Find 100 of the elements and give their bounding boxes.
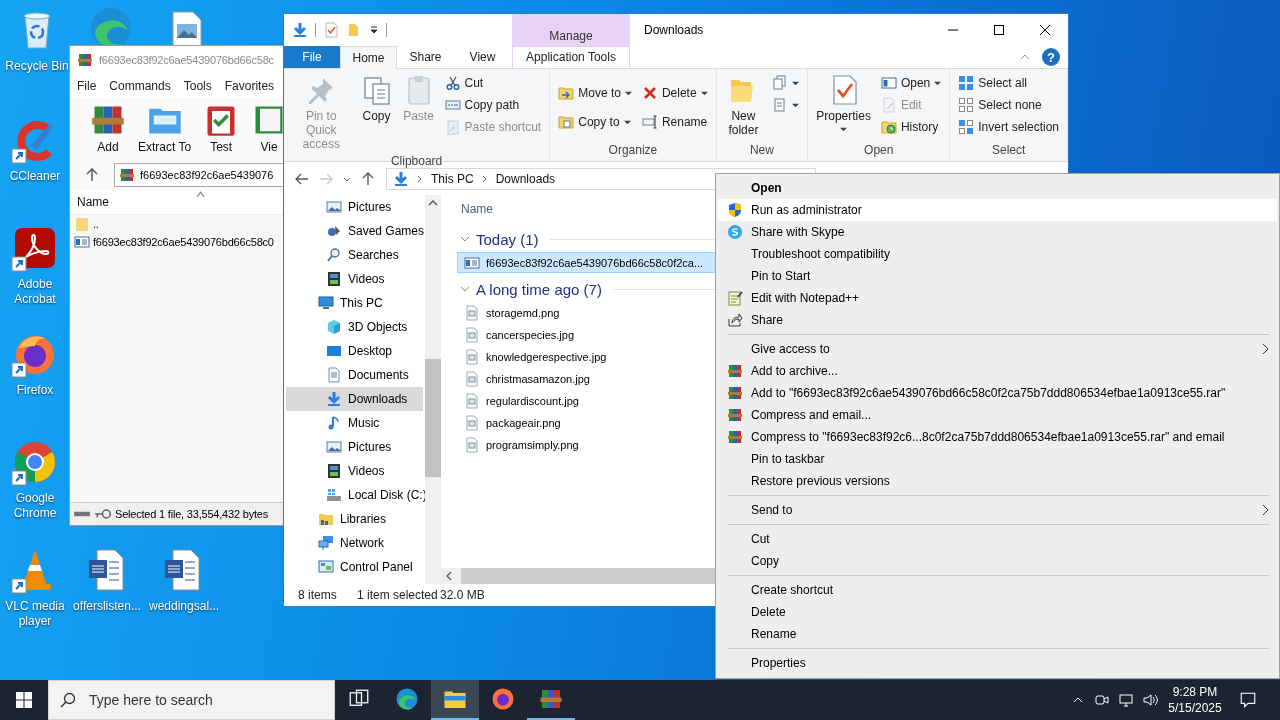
- window-title: f6693ec83f92c6ae5439076bd66c58c: [99, 54, 274, 66]
- nav-item[interactable]: Videos: [286, 267, 423, 291]
- nav-item[interactable]: Desktop: [286, 339, 423, 363]
- nav-item[interactable]: Pictures: [286, 435, 423, 459]
- menu-item[interactable]: Compress and email...: [718, 404, 1277, 426]
- ribbon-tab[interactable]: Home: [340, 46, 397, 69]
- up-button[interactable]: [360, 170, 376, 187]
- books-icon: [119, 167, 135, 183]
- selection-count: 1 item selected: [357, 588, 439, 602]
- breadcrumb[interactable]: Downloads: [495, 171, 556, 186]
- nav-item[interactable]: Videos: [286, 459, 423, 483]
- pictures-icon: [326, 199, 342, 215]
- toolbar-button[interactable]: Extract To: [132, 102, 198, 154]
- ribbon-button[interactable]: Copy: [357, 72, 396, 125]
- menu-item[interactable]: Send to: [718, 499, 1277, 521]
- menu-item[interactable]: Properties: [718, 652, 1277, 674]
- nav-item[interactable]: 3D Objects: [286, 315, 423, 339]
- menu-item[interactable]: Cut: [718, 528, 1277, 550]
- customize-button[interactable]: [369, 25, 379, 35]
- menu-item[interactable]: Share with Skype: [718, 221, 1277, 243]
- chat-icon: [726, 224, 743, 240]
- ribbon-button[interactable]: History: [877, 116, 945, 138]
- column-header[interactable]: Name: [77, 195, 109, 209]
- app-window-icon: [464, 254, 480, 271]
- menu-item[interactable]: Create shortcut: [718, 579, 1277, 601]
- nav-item[interactable]: Libraries: [286, 507, 423, 531]
- computer-icon: [318, 295, 334, 311]
- menu-item[interactable]: File: [77, 79, 97, 93]
- nav-item[interactable]: Saved Games: [286, 219, 423, 243]
- menu-item[interactable]: Favorites: [224, 79, 275, 93]
- nav-item[interactable]: Control Panel: [286, 555, 423, 579]
- contextual-tab-header: Manage: [512, 14, 630, 46]
- image-file-icon: [464, 392, 480, 409]
- menu-item[interactable]: Restore previous versions: [718, 470, 1277, 492]
- clock-folder-icon: [880, 119, 897, 135]
- menu-item[interactable]: Run as administrator: [718, 199, 1277, 221]
- breadcrumb[interactable]: This PC: [431, 171, 474, 186]
- folder-icon: [74, 216, 90, 232]
- pencil-page-icon: [880, 97, 897, 113]
- nav-item[interactable]: This PC: [286, 291, 423, 315]
- ribbon-button[interactable]: Copy path: [441, 94, 545, 116]
- menu-item[interactable]: Compress to "f6693ec83f92c6...8c0f2ca75b7ddd806534efbae1a0913ce55.rar" and email: [718, 426, 1277, 448]
- caret-icon: [369, 25, 379, 35]
- ribbon-button[interactable]: Move to: [555, 82, 635, 104]
- search-field[interactable]: Type here to search: [48, 680, 335, 720]
- menu-item[interactable]: Commands: [109, 79, 171, 93]
- ribbon-tab[interactable]: Share: [397, 46, 454, 68]
- ribbon-button[interactable]: Open: [877, 72, 945, 94]
- ribbon-button[interactable]: Select none: [955, 94, 1062, 116]
- nav-item[interactable]: Pictures: [286, 195, 423, 219]
- menu-item[interactable]: Add to "f6693ec83f92c6ae5439076bd66c58c0f2ca75b7ddd806534efbae1a0913ce55.rar": [718, 382, 1277, 404]
- file-name[interactable]: f6693ec83f92c6ae5439076bd66c58c0: [93, 236, 274, 248]
- collapse-caret-icon[interactable]: [1020, 52, 1030, 62]
- menu-item[interactable]: Edit with Notepad++: [718, 287, 1277, 309]
- ribbon-button[interactable]: Invert selection: [955, 116, 1062, 138]
- ribbon-button[interactable]: Cut: [441, 72, 545, 94]
- nav-item[interactable]: Network: [286, 531, 423, 555]
- up-arrow-icon[interactable]: [84, 167, 100, 183]
- ribbon-button[interactable]: Select all: [955, 72, 1062, 94]
- ribbon-button[interactable]: New folder: [721, 72, 766, 139]
- group-label: Organize: [607, 142, 659, 159]
- scrollbar[interactable]: [425, 195, 441, 584]
- document-icon: [326, 367, 342, 383]
- ribbon-button[interactable]: Delete: [638, 82, 711, 104]
- menu-item[interactable]: Pin to taskbar: [718, 448, 1277, 470]
- menu-item[interactable]: Add to archive...: [718, 360, 1277, 382]
- grid-icon: [958, 75, 975, 91]
- nav-item[interactable]: Searches: [286, 243, 423, 267]
- menu-item[interactable]: Delete: [718, 601, 1277, 623]
- sort-caret-icon: [196, 190, 205, 199]
- nav-item[interactable]: Music: [286, 411, 423, 435]
- help-button[interactable]: ?: [1042, 48, 1060, 66]
- ribbon-tab[interactable]: View: [454, 46, 511, 68]
- toolbar-button[interactable]: Test: [197, 102, 246, 154]
- column-header[interactable]: Name: [457, 195, 493, 223]
- ribbon-button[interactable]: Properties: [813, 72, 874, 135]
- toolbar-button[interactable]: Add: [84, 102, 132, 154]
- nav-item[interactable]: Downloads: [286, 387, 423, 411]
- image-file-icon: [464, 326, 480, 343]
- menu-item[interactable]: Tools: [183, 79, 212, 93]
- search-icon: [326, 247, 342, 263]
- window-icon: [880, 75, 897, 91]
- ribbon-tab[interactable]: File: [284, 46, 340, 68]
- ribbon-tab[interactable]: Application Tools: [512, 46, 630, 68]
- properties-button[interactable]: [323, 22, 339, 38]
- browser-icon: [491, 687, 515, 711]
- nav-item[interactable]: Documents: [286, 363, 423, 387]
- path-field[interactable]: f6693ec83f92c6ae5439076: [114, 163, 283, 187]
- ribbon-button[interactable]: Copy to: [555, 111, 635, 133]
- clock[interactable]: 9:28 PM 5/15/2025: [1162, 680, 1228, 720]
- menu-item[interactable]: Copy: [718, 550, 1277, 572]
- menu-item[interactable]: Rename: [718, 623, 1277, 645]
- pictures-icon: [326, 439, 342, 455]
- item-count: 8 items: [298, 588, 338, 602]
- taskbar-button[interactable]: [431, 680, 479, 720]
- windows-logo-icon: [16, 692, 32, 708]
- control-panel-icon: [318, 559, 334, 575]
- folder-arrow-icon: [558, 85, 575, 101]
- ribbon-button[interactable]: Rename: [638, 111, 711, 133]
- file-name[interactable]: ..: [93, 218, 99, 230]
